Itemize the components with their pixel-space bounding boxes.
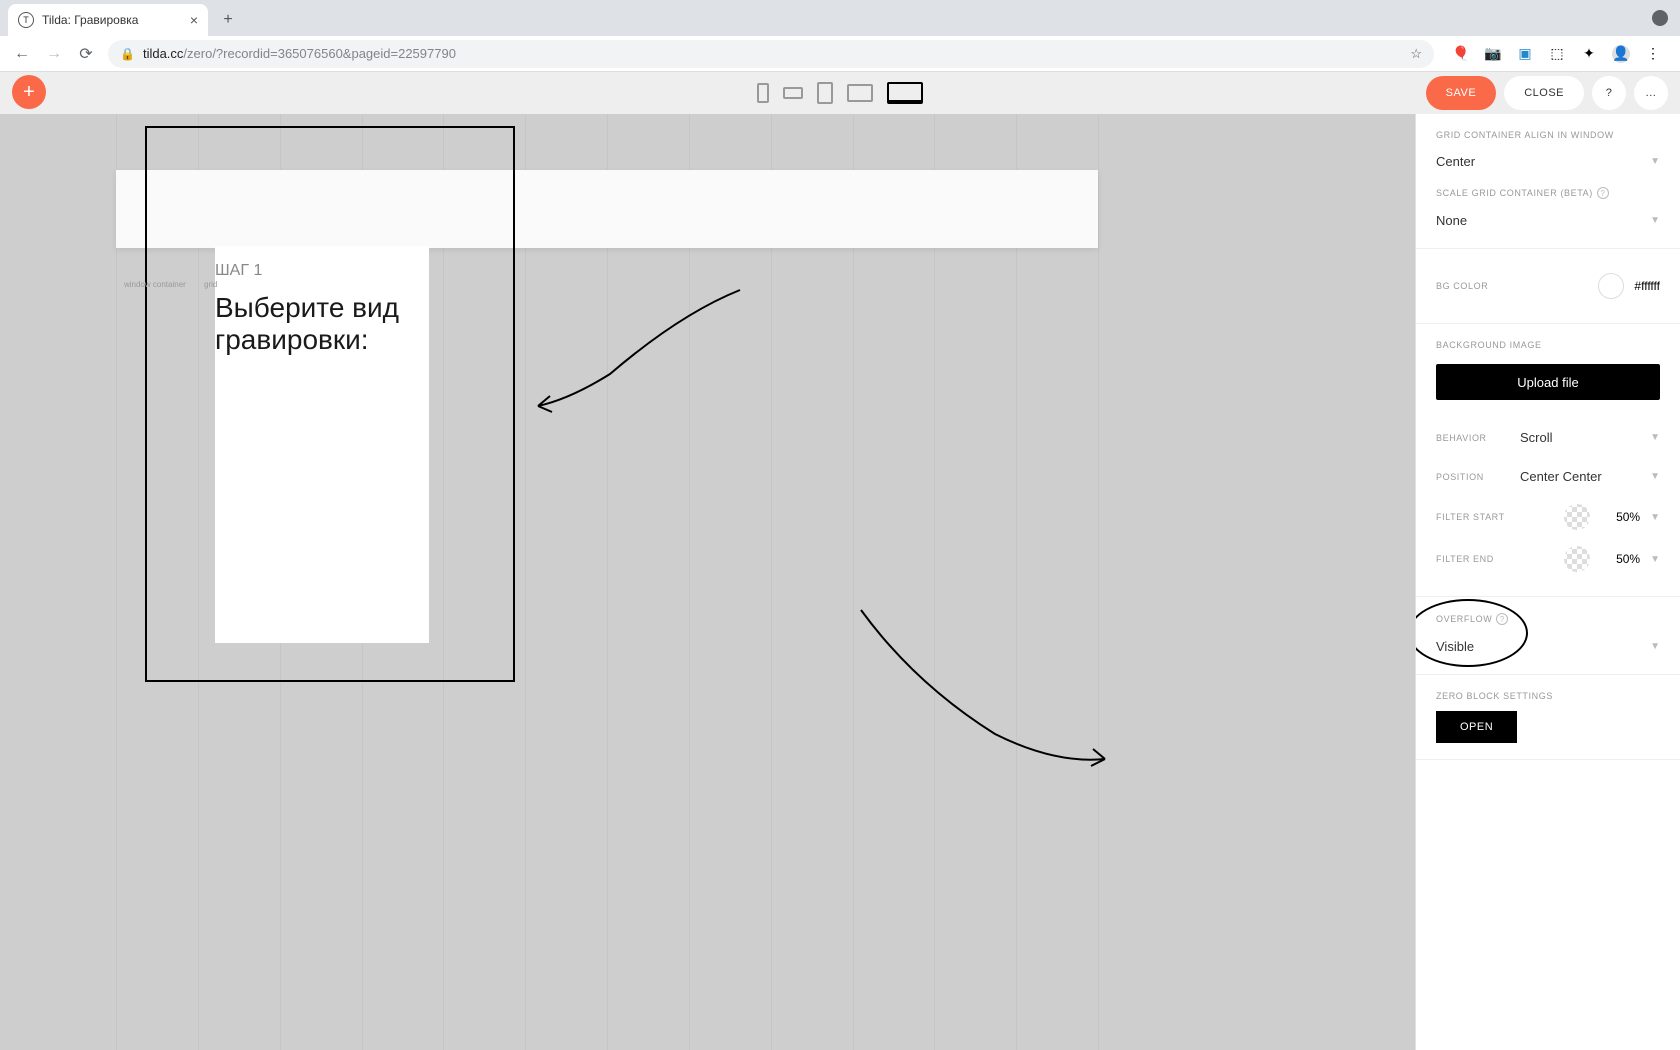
scale-grid-select[interactable]: None ▼ — [1436, 209, 1660, 232]
help-icon[interactable]: ? — [1496, 613, 1508, 625]
device-tablet-portrait[interactable] — [817, 82, 833, 104]
close-button[interactable]: CLOSE — [1504, 76, 1584, 110]
save-button[interactable]: SAVE — [1426, 76, 1497, 110]
behavior-select[interactable]: Scroll ▼ — [1520, 426, 1660, 449]
bg-color-label: BG COLOR — [1436, 281, 1488, 291]
workspace: ШАГ 1 Выберите видгравировки: window con… — [0, 114, 1680, 1050]
lock-icon: 🔒 — [120, 47, 135, 61]
close-tab-icon[interactable]: × — [190, 12, 198, 28]
chevron-down-icon: ▼ — [1650, 641, 1660, 652]
bg-color-value[interactable]: #ffffff — [1634, 279, 1660, 293]
ext-icon-4[interactable]: ⬚ — [1548, 45, 1566, 63]
tab-favicon: T — [18, 12, 34, 28]
annotation-arrow-1 — [530, 284, 750, 414]
filter-end-swatch[interactable] — [1564, 546, 1590, 572]
overflow-select[interactable]: Visible ▼ — [1436, 635, 1660, 658]
position-select[interactable]: Center Center ▼ — [1520, 465, 1660, 488]
chevron-down-icon: ▼ — [1650, 512, 1660, 523]
selection-frame[interactable] — [145, 126, 515, 682]
browser-tab[interactable]: T Tilda: Гравировка × — [8, 4, 208, 36]
position-label: POSITION — [1436, 472, 1484, 482]
scale-grid-label: SCALE GRID CONTAINER (BETA) ? — [1436, 187, 1660, 199]
tab-title: Tilda: Гравировка — [42, 13, 182, 27]
ext-icon-3[interactable]: ▣ — [1516, 45, 1534, 63]
filter-start-swatch[interactable] — [1564, 504, 1590, 530]
url-path: /zero/?recordid=365076560&pageid=2259779… — [183, 46, 456, 61]
help-button[interactable]: ? — [1592, 76, 1626, 110]
bg-image-label: BACKGROUND IMAGE — [1436, 340, 1660, 350]
canvas-area[interactable]: ШАГ 1 Выберите видгравировки: window con… — [0, 114, 1415, 1050]
bg-color-swatch[interactable] — [1598, 273, 1624, 299]
chevron-down-icon: ▼ — [1650, 471, 1660, 482]
filter-start-value[interactable]: 50% — [1600, 510, 1640, 524]
app-toolbar: + SAVE CLOSE ? ... — [0, 72, 1680, 114]
device-desktop[interactable] — [887, 82, 923, 104]
browser-nav-bar: ← → ⟳ 🔒 tilda.cc/zero/?recordid=36507656… — [0, 36, 1680, 72]
reload-button[interactable]: ⟳ — [76, 44, 96, 64]
browser-tab-strip: T Tilda: Гравировка × + — [0, 0, 1680, 36]
help-icon[interactable]: ? — [1597, 187, 1609, 199]
zero-block-label: ZERO BLOCK SETTINGS — [1436, 691, 1660, 701]
forward-button[interactable]: → — [44, 45, 64, 63]
address-bar[interactable]: 🔒 tilda.cc/zero/?recordid=365076560&page… — [108, 40, 1434, 68]
filter-start-label: FILTER START — [1436, 512, 1505, 522]
overflow-label: OVERFLOW ? — [1436, 613, 1660, 625]
window-container-tag: window container — [120, 278, 190, 291]
device-tablet-landscape[interactable] — [847, 84, 873, 102]
device-switcher — [757, 82, 923, 104]
grid-align-select[interactable]: Center ▼ — [1436, 150, 1660, 173]
grid-container-tag: grid — [200, 278, 221, 291]
add-button[interactable]: + — [12, 75, 46, 109]
chevron-down-icon: ▼ — [1650, 156, 1660, 167]
filter-end-value[interactable]: 50% — [1600, 552, 1640, 566]
url-host: tilda.cc — [143, 46, 183, 61]
star-icon[interactable]: ☆ — [1410, 46, 1422, 62]
chevron-down-icon: ▼ — [1650, 432, 1660, 443]
puzzle-icon[interactable]: ✦ — [1580, 45, 1598, 63]
browser-account-icon[interactable] — [1652, 10, 1668, 26]
back-button[interactable]: ← — [12, 45, 32, 63]
filter-end-label: FILTER END — [1436, 554, 1494, 564]
behavior-label: BEHAVIOR — [1436, 433, 1487, 443]
menu-icon[interactable]: ⋮ — [1644, 45, 1662, 63]
open-button[interactable]: OPEN — [1436, 711, 1517, 743]
grid-align-label: GRID CONTAINER ALIGN IN WINDOW — [1436, 130, 1660, 140]
device-mobile-portrait[interactable] — [757, 83, 769, 103]
profile-icon[interactable]: 👤 — [1612, 45, 1630, 63]
ext-icon-1[interactable]: 🎈 — [1452, 45, 1470, 63]
settings-sidebar: GRID CONTAINER ALIGN IN WINDOW Center ▼ … — [1415, 114, 1680, 1050]
device-mobile-landscape[interactable] — [783, 87, 803, 99]
new-tab-button[interactable]: + — [214, 6, 242, 34]
ext-icon-2[interactable]: 📷 — [1484, 45, 1502, 63]
chevron-down-icon: ▼ — [1650, 215, 1660, 226]
extension-icons: 🎈 📷 ▣ ⬚ ✦ 👤 ⋮ — [1446, 45, 1668, 63]
upload-file-button[interactable]: Upload file — [1436, 364, 1660, 400]
chevron-down-icon: ▼ — [1650, 554, 1660, 565]
more-button[interactable]: ... — [1634, 76, 1668, 110]
annotation-arrow-2 — [855, 604, 1115, 774]
